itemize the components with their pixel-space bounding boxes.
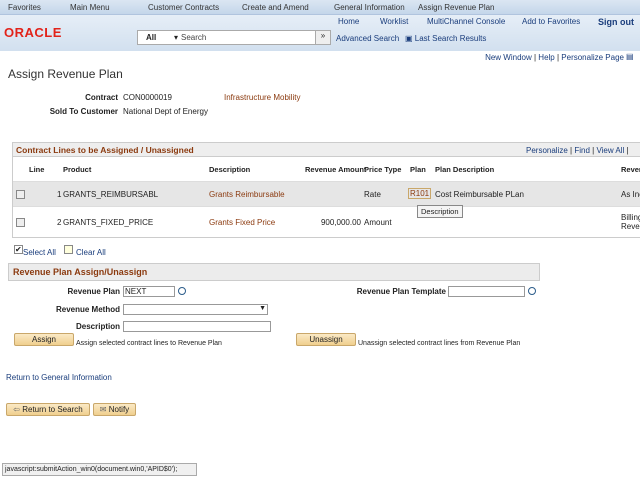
- sign-out-link[interactable]: Sign out: [598, 17, 634, 27]
- col-line: Line: [29, 165, 45, 174]
- unassign-button[interactable]: Unassign: [296, 333, 356, 346]
- revenue-method-label: Revenue Method: [55, 305, 120, 314]
- col-revenue-amount: Revenue Amount: [305, 165, 367, 174]
- chevron-down-icon[interactable]: ▾: [174, 33, 178, 42]
- price-type-cell: Rate: [364, 190, 381, 199]
- clear-all-checkbox-icon[interactable]: [64, 245, 73, 254]
- contract-description: Infrastructure Mobility: [224, 93, 301, 102]
- oracle-logo: ORACLE: [4, 25, 62, 40]
- lookup-icon[interactable]: [528, 287, 536, 295]
- breadcrumb-customer-contracts[interactable]: Customer Contracts: [148, 3, 219, 12]
- table-row: 1 GRANTS_REIMBURSABL Grants Reimbursable…: [13, 181, 640, 206]
- favorites-menu[interactable]: Favorites: [8, 3, 41, 12]
- breadcrumb-general-info[interactable]: General Information: [334, 3, 405, 12]
- add-favorites-link[interactable]: Add to Favorites: [522, 17, 580, 26]
- search-input[interactable]: Search: [181, 33, 206, 42]
- unassign-hint: Unassign selected contract lines from Re…: [358, 340, 521, 347]
- help-link[interactable]: Help: [538, 53, 554, 62]
- contract-value: CON0000019: [123, 93, 172, 102]
- row-checkbox[interactable]: [16, 218, 25, 227]
- search-bar: All ▾ Search: [137, 30, 331, 45]
- page-title: Assign Revenue Plan: [8, 67, 123, 81]
- grid-find-link[interactable]: Find: [574, 146, 590, 155]
- multichannel-link[interactable]: MultiChannel Console: [427, 17, 505, 26]
- search-go-button[interactable]: »: [315, 30, 331, 45]
- line-cell: 1: [57, 190, 62, 199]
- grid-title: Contract Lines to be Assigned / Unassign…: [16, 145, 194, 155]
- description-cell: Grants Reimbursable: [209, 190, 285, 199]
- new-window-link[interactable]: New Window: [485, 53, 532, 62]
- table-row: 2 GRANTS_FIXED_PRICE Grants Fixed Price …: [13, 206, 640, 238]
- top-nav: Favorites Main Menu Customer Contracts C…: [0, 0, 640, 15]
- last-search-results-link[interactable]: ▣ Last Search Results: [405, 34, 486, 43]
- grid-view-all-link[interactable]: View All: [596, 146, 624, 155]
- section-header: Revenue Plan Assign/Unassign: [8, 263, 540, 281]
- breadcrumb-create-amend[interactable]: Create and Amend: [242, 3, 309, 12]
- row-checkbox[interactable]: [16, 190, 25, 199]
- select-all-checkbox-icon[interactable]: ✔: [14, 245, 23, 254]
- assign-hint: Assign selected contract lines to Revenu…: [76, 340, 222, 347]
- description-input[interactable]: [123, 321, 271, 332]
- revenue-cell: Billing Reven: [621, 213, 640, 231]
- revenue-plan-template-input[interactable]: [448, 286, 525, 297]
- col-revenue: Reven: [621, 165, 640, 174]
- main-menu[interactable]: Main Menu: [70, 3, 110, 12]
- plan-link[interactable]: R101: [408, 188, 432, 199]
- notify-button[interactable]: ✉ Notify: [93, 403, 136, 416]
- amount-cell: 900,000.00: [320, 218, 361, 227]
- return-to-search-button[interactable]: ⇦ Return to Search: [6, 403, 90, 416]
- col-product: Product: [63, 165, 92, 174]
- personalize-page-link[interactable]: Personalize Page: [561, 53, 624, 62]
- revenue-plan-label: Revenue Plan: [67, 287, 120, 296]
- dropdown-arrow-icon[interactable]: ▼: [259, 305, 266, 312]
- plan-description-cell: Cost Reimbursable PLan: [435, 190, 524, 199]
- page-links: New Window | Help | Personalize Page: [485, 53, 624, 62]
- contract-lines-grid: Contract Lines to be Assigned / Unassign…: [12, 142, 640, 238]
- grid-header: Contract Lines to be Assigned / Unassign…: [13, 143, 640, 157]
- revenue-method-select[interactable]: ▼: [123, 304, 268, 315]
- notify-icon: ✉: [99, 405, 109, 414]
- select-all-link[interactable]: Select All: [23, 248, 56, 257]
- col-plan: Plan: [410, 165, 426, 174]
- revenue-cell: As Inc: [621, 190, 640, 199]
- price-type-cell: Amount: [364, 218, 392, 227]
- sold-to-value: National Dept of Energy: [123, 107, 208, 116]
- sold-to-label: Sold To Customer: [49, 107, 118, 116]
- page-menu-icon[interactable]: ▤: [626, 52, 634, 61]
- product-cell: GRANTS_FIXED_PRICE: [63, 218, 154, 227]
- advanced-search-link[interactable]: Advanced Search: [336, 34, 399, 43]
- home-link[interactable]: Home: [338, 17, 359, 26]
- search-scope[interactable]: All: [146, 33, 156, 42]
- clear-all-link[interactable]: Clear All: [76, 248, 106, 257]
- grid-personalize-link[interactable]: Personalize: [526, 146, 568, 155]
- description-label: Description: [75, 322, 120, 331]
- product-cell: GRANTS_REIMBURSABL: [63, 190, 159, 199]
- search-results-icon: ▣: [405, 34, 415, 43]
- worklist-link[interactable]: Worklist: [380, 17, 408, 26]
- header: Home Worklist MultiChannel Console Add t…: [0, 15, 640, 51]
- tooltip: Description: [417, 205, 463, 218]
- description-cell: Grants Fixed Price: [209, 218, 276, 227]
- assign-button[interactable]: Assign: [14, 333, 74, 346]
- back-icon: ⇦: [13, 405, 23, 414]
- breadcrumb-assign-plan: Assign Revenue Plan: [418, 3, 495, 12]
- col-plan-description: Plan Description: [435, 165, 495, 174]
- line-cell: 2: [57, 218, 62, 227]
- revenue-plan-input[interactable]: NEXT: [123, 286, 175, 297]
- contract-label: Contract: [85, 93, 118, 102]
- revenue-plan-template-label: Revenue Plan Template: [356, 287, 446, 296]
- col-description: Description: [209, 165, 251, 174]
- return-general-info-link[interactable]: Return to General Information: [6, 373, 112, 382]
- lookup-icon[interactable]: [178, 287, 186, 295]
- col-price-type: Price Type: [364, 165, 402, 174]
- status-bar: javascript:submitAction_win0(document.wi…: [2, 463, 197, 476]
